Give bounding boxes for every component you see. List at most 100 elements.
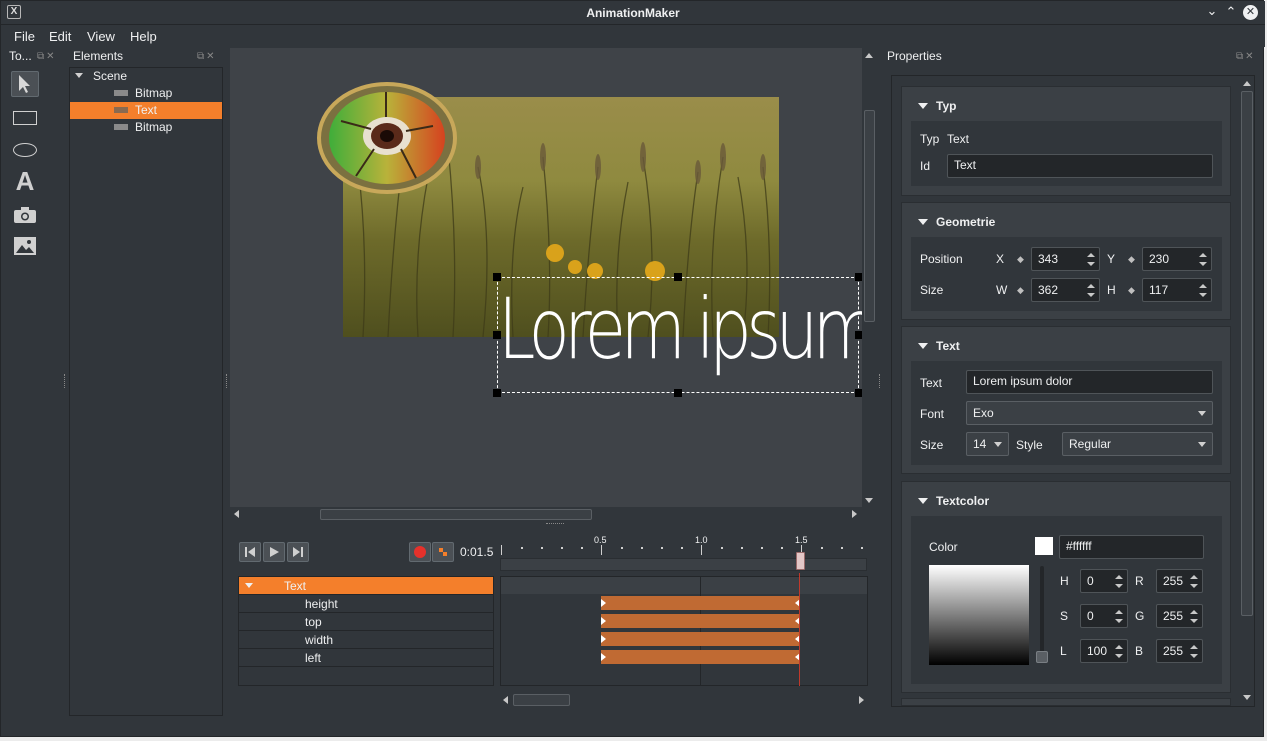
rectangle-icon [13, 111, 37, 125]
text-input[interactable]: Lorem ipsum dolor [966, 370, 1213, 394]
record-button[interactable] [409, 542, 431, 562]
play-button[interactable] [263, 542, 285, 562]
tree-item-text[interactable]: Text [70, 102, 222, 119]
timeline-row-left[interactable]: left [239, 649, 493, 667]
ellipse-tool[interactable] [11, 137, 39, 163]
tree-item-bitmap-1[interactable]: Bitmap [70, 85, 222, 102]
scroll-up-icon[interactable] [1243, 81, 1251, 86]
y-spinbox[interactable]: 230 [1142, 247, 1212, 271]
rectangle-tool[interactable] [11, 105, 39, 131]
camera-tool[interactable] [11, 202, 39, 228]
resize-handle[interactable] [855, 331, 862, 339]
resize-handle[interactable] [674, 273, 682, 281]
scene-view[interactable]: Lorem ipsum [230, 48, 862, 507]
timeline-row-text[interactable]: Text [239, 577, 493, 595]
lightness-slider-handle[interactable] [1036, 651, 1048, 663]
keyframe-diamond-icon[interactable]: ◆ [1128, 285, 1135, 296]
go-to-end-button[interactable] [287, 542, 309, 562]
minimize-icon[interactable]: ⌄ [1204, 3, 1220, 21]
keyframe-bar-top[interactable] [601, 614, 800, 628]
properties-dock-buttons[interactable]: ⧉✕ [1236, 51, 1260, 63]
size-label: Size [920, 283, 944, 297]
tree-scene[interactable]: Scene [70, 68, 222, 85]
scroll-thumb[interactable] [1241, 91, 1253, 616]
color-gradient-picker[interactable] [929, 565, 1029, 665]
w-spinbox[interactable]: 362 [1031, 278, 1100, 302]
canvas-horizontal-scrollbar[interactable] [230, 507, 862, 521]
scroll-up-icon[interactable] [865, 53, 873, 58]
typ-header[interactable]: Typ [918, 99, 956, 113]
tools-dock-buttons[interactable]: ⧉✕ [37, 51, 61, 63]
elements-dock-buttons[interactable]: ⧉✕ [197, 51, 221, 63]
scroll-thumb[interactable] [513, 694, 570, 706]
h-spinbox[interactable]: 117 [1142, 278, 1212, 302]
properties-scrollbar[interactable] [1240, 76, 1254, 706]
lens-logo-bitmap[interactable] [316, 81, 458, 196]
scroll-left-icon[interactable] [503, 696, 508, 704]
maximize-icon[interactable]: ⌃ [1223, 4, 1239, 22]
expand-arrow-icon [75, 73, 83, 78]
resize-handle[interactable] [855, 273, 862, 281]
resize-handle[interactable] [493, 273, 501, 281]
canvas-text-element[interactable]: Lorem ipsum [497, 277, 862, 393]
green-spinbox[interactable]: 255 [1156, 604, 1203, 628]
lightness-slider[interactable] [1040, 566, 1044, 661]
resize-handle[interactable] [493, 331, 501, 339]
keyframe-diamond-icon[interactable]: ◆ [1128, 254, 1135, 265]
hue-spinbox[interactable]: 0 [1080, 569, 1128, 593]
menu-edit[interactable]: Edit [49, 29, 71, 44]
timeline-row-height[interactable]: height [239, 595, 493, 613]
resize-handle[interactable] [493, 389, 501, 397]
id-input[interactable]: Text [947, 154, 1213, 178]
scroll-thumb[interactable] [320, 509, 592, 520]
close-icon[interactable]: ✕ [1243, 5, 1258, 20]
menu-file[interactable]: File [14, 29, 35, 44]
keyframe-bar-height[interactable] [601, 596, 800, 610]
playhead-handle[interactable] [796, 552, 805, 570]
timeline-horizontal-scrollbar[interactable] [500, 693, 868, 707]
bitmap-icon [114, 90, 128, 96]
color-swatch[interactable] [1035, 537, 1053, 555]
select-tool[interactable] [11, 71, 39, 97]
font-combo[interactable]: Exo [966, 401, 1213, 425]
scroll-right-icon[interactable] [852, 510, 857, 518]
splitter-handle[interactable] [64, 374, 67, 388]
timeline-row-width[interactable]: width [239, 631, 493, 649]
red-spinbox[interactable]: 255 [1156, 569, 1203, 593]
tree-item-bitmap-2[interactable]: Bitmap [70, 119, 222, 136]
splitter-handle[interactable] [546, 523, 564, 525]
keyframe-bar-width[interactable] [601, 632, 800, 646]
camera-icon [14, 207, 36, 223]
scroll-right-icon[interactable] [859, 696, 864, 704]
text-tool[interactable]: A [11, 168, 39, 194]
textcolor-header[interactable]: Textcolor [918, 494, 989, 508]
x-spinbox[interactable]: 343 [1031, 247, 1100, 271]
saturation-spinbox[interactable]: 0 [1080, 604, 1128, 628]
scroll-down-icon[interactable] [1243, 695, 1251, 700]
keyframe-diamond-icon[interactable]: ◆ [1017, 285, 1024, 296]
lightness-spinbox[interactable]: 100 [1080, 639, 1128, 663]
canvas-vertical-scrollbar[interactable] [862, 48, 877, 507]
keyframe-button[interactable] [432, 542, 454, 562]
scroll-thumb[interactable] [864, 110, 875, 322]
blue-spinbox[interactable]: 255 [1156, 639, 1203, 663]
resize-handle[interactable] [855, 389, 862, 397]
resize-handle[interactable] [674, 389, 682, 397]
size-combo[interactable]: 14 [966, 432, 1009, 456]
menu-help[interactable]: Help [130, 29, 157, 44]
scroll-left-icon[interactable] [234, 510, 239, 518]
keyframe-bar-left[interactable] [601, 650, 800, 664]
timeline-row-top[interactable]: top [239, 613, 493, 631]
go-to-start-button[interactable] [239, 542, 261, 562]
geometry-header[interactable]: Geometrie [918, 215, 995, 229]
keyframe-diamond-icon[interactable]: ◆ [1017, 254, 1024, 265]
splitter-handle[interactable] [226, 374, 229, 388]
scroll-down-icon[interactable] [865, 498, 873, 503]
color-hex-input[interactable]: #ffffff [1059, 535, 1204, 559]
text-header[interactable]: Text [918, 339, 960, 353]
splitter-handle[interactable] [879, 374, 882, 388]
lightness-label: L [1060, 644, 1067, 658]
image-tool[interactable] [11, 233, 39, 259]
menu-view[interactable]: View [87, 29, 115, 44]
style-combo[interactable]: Regular [1062, 432, 1213, 456]
